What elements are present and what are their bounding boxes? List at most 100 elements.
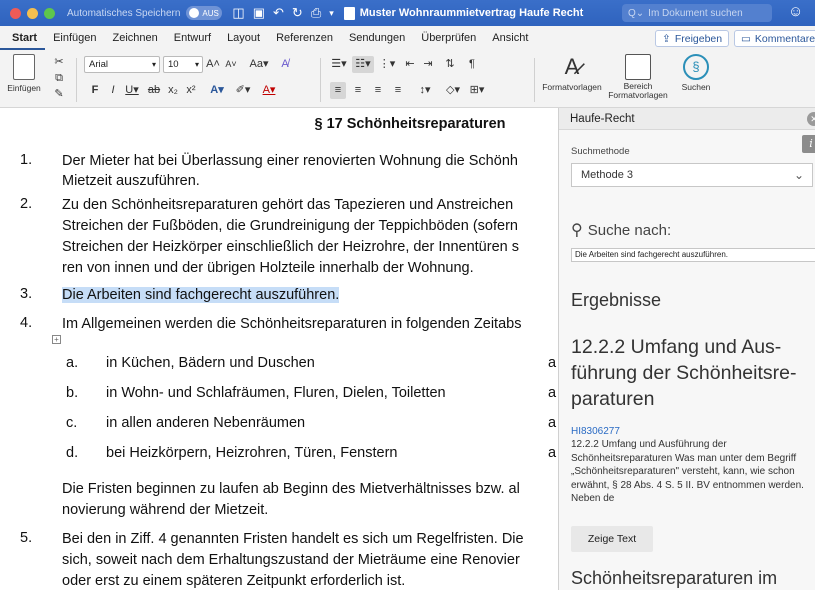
chevron-down-icon: ⌄	[793, 168, 804, 182]
styles-icon: A̷	[564, 54, 580, 79]
align-left-icon[interactable]: ≡	[330, 82, 346, 99]
zoom-window-button[interactable]	[44, 7, 55, 19]
close-pane-icon[interactable]: ✕	[807, 112, 815, 126]
justify-icon[interactable]: ≡	[390, 82, 406, 99]
align-right-icon[interactable]: ≡	[370, 82, 386, 99]
search-method-label: Suchmethode	[571, 146, 630, 157]
info-icon[interactable]: i	[802, 135, 815, 153]
cut-icon[interactable]: ✂	[52, 54, 66, 71]
paragraph-line: Im Allgemeinen werden die Schönheitsrepa…	[62, 316, 522, 332]
clear-formatting-icon[interactable]: A̸	[278, 56, 292, 73]
toggle-knob-icon	[189, 8, 200, 18]
document-icon	[343, 6, 355, 20]
styles-pane-label: Bereich Formatvorlagen	[608, 81, 668, 100]
minimize-window-button[interactable]	[27, 7, 38, 19]
tab-zeichnen[interactable]: Zeichnen	[105, 26, 166, 50]
tab-ueberpruefen[interactable]: Überprüfen	[413, 26, 484, 50]
result-snippet: 12.2.2 Umfang und Ausführung der Schönhe…	[571, 439, 804, 504]
numbering-icon[interactable]: ☷▾	[352, 56, 374, 73]
styles-label: Formatvorlagen	[542, 82, 602, 92]
redo-icon[interactable]: ↻	[292, 5, 303, 21]
customize-toolbar-icon[interactable]: ▾	[329, 5, 334, 21]
subscript-button[interactable]: x₂	[166, 82, 180, 99]
paragraph-line: Mietzeit auszuführen.	[62, 173, 200, 189]
result-id-link[interactable]: HI8306277	[571, 426, 620, 437]
paragraph-line: oder erst zu einem späteren Zeitpunkt er…	[62, 573, 406, 589]
tab-einfuegen[interactable]: Einfügen	[45, 26, 104, 50]
tab-layout[interactable]: Layout	[219, 26, 268, 50]
copy-icon[interactable]: ⧉	[52, 70, 66, 87]
document-search-input[interactable]: Q⌄ Im Dokument suchen	[622, 4, 772, 22]
search-label: Suchen	[681, 82, 711, 92]
borders-icon[interactable]: ⊞▾	[466, 82, 488, 99]
paragraph-line: Die Fristen beginnen zu laufen ab Beginn…	[62, 481, 520, 497]
font-name-select[interactable]: Arial ▾	[84, 56, 160, 73]
italic-button[interactable]: I	[106, 82, 120, 99]
show-formatting-icon[interactable]: ¶	[464, 56, 480, 73]
shrink-font-icon[interactable]: A˅	[224, 56, 238, 73]
section-heading: § 17 Schönheitsreparaturen	[314, 116, 506, 132]
list-number: 1.	[20, 152, 33, 168]
tab-entwurf[interactable]: Entwurf	[166, 26, 219, 50]
close-window-button[interactable]	[10, 7, 21, 19]
change-case-icon[interactable]: Aa▾	[246, 56, 272, 73]
comment-icon: ▭	[741, 32, 751, 45]
paragraph-line: ren von innen und der übrigen Holzteile …	[62, 260, 474, 276]
search-query-input[interactable]: Die Arbeiten sind fachgerecht auszuführe…	[571, 248, 815, 262]
search-method-select[interactable]: Methode 3 ⌄	[571, 163, 813, 187]
tab-referenzen[interactable]: Referenzen	[268, 26, 341, 50]
font-color-icon[interactable]: A▾	[258, 82, 280, 99]
save-icon[interactable]: ▣	[253, 5, 265, 21]
undo-icon[interactable]: ↶	[273, 5, 284, 21]
styles-button[interactable]: A̷ Formatvorlagen	[540, 54, 604, 92]
styles-pane-icon	[625, 54, 651, 80]
font-size-select[interactable]: 10 ▾	[163, 56, 203, 73]
multilevel-list-icon[interactable]: ⋮▾	[376, 56, 398, 73]
underline-button[interactable]: U▾	[122, 82, 142, 99]
document-canvas[interactable]: § 17 Schönheitsreparaturen 1. Der Mieter…	[0, 108, 558, 590]
share-button[interactable]: ⇪ Freigeben	[655, 30, 730, 47]
quick-access-toolbar: ◫ ▣ ↶ ↻ ⎙ ▾	[232, 5, 333, 21]
search-button[interactable]: § Suchen	[676, 54, 716, 92]
highlight-color-icon[interactable]: ✐▾	[232, 82, 254, 99]
sort-icon[interactable]: ⇅	[442, 56, 458, 73]
shading-icon[interactable]: ◇▾	[442, 82, 464, 99]
table-move-handle-icon[interactable]: +	[52, 335, 61, 344]
search-method-value: Methode 3	[581, 169, 633, 181]
increase-indent-icon[interactable]: ⇥	[420, 56, 436, 73]
strikethrough-button[interactable]: ab	[146, 82, 162, 99]
comments-label: Kommentare	[754, 32, 815, 45]
print-icon[interactable]: ⎙	[311, 5, 321, 21]
next-result-title[interactable]: Schönheitsreparaturen im	[571, 568, 777, 589]
tab-ansicht[interactable]: Ansicht	[484, 26, 536, 50]
format-painter-icon[interactable]: ✎	[52, 86, 66, 103]
paste-button[interactable]: Einfügen	[6, 54, 42, 93]
line-spacing-icon[interactable]: ↕▾	[414, 82, 436, 99]
result-title[interactable]: 12.2.2 Umfang und Aus- führung der Schön…	[571, 334, 815, 412]
clipboard-icon	[13, 54, 35, 80]
list-number: 5.	[20, 530, 33, 546]
grow-font-icon[interactable]: A˄	[206, 56, 220, 73]
sublist-tail: a	[548, 385, 557, 401]
superscript-button[interactable]: x²	[184, 82, 198, 99]
decrease-indent-icon[interactable]: ⇤	[402, 56, 418, 73]
feedback-smiley-icon[interactable]: ☺	[788, 3, 803, 20]
paragraph-line: novierung während der Mietzeit.	[62, 502, 269, 518]
sublist-letter: d.	[66, 445, 79, 461]
selection-highlight: Die Arbeiten sind fachgerecht auszuführe…	[62, 287, 340, 303]
bold-button[interactable]: F	[88, 82, 102, 99]
styles-pane-button[interactable]: Bereich Formatvorlagen	[606, 54, 670, 100]
pane-title: Haufe-Recht	[559, 108, 815, 130]
magnifier-icon: ⚲	[571, 222, 583, 239]
show-text-button[interactable]: Zeige Text	[571, 526, 653, 552]
tab-start[interactable]: Start	[0, 26, 46, 50]
autosave-toggle[interactable]: AUS	[186, 6, 223, 20]
text-effects-icon[interactable]: A▾	[206, 82, 228, 99]
home-icon[interactable]: ◫	[232, 5, 244, 21]
selected-paragraph[interactable]: Die Arbeiten sind fachgerecht auszuführe…	[62, 284, 340, 306]
align-center-icon[interactable]: ≡	[350, 82, 366, 99]
tab-sendungen[interactable]: Sendungen	[341, 26, 413, 50]
bullets-icon[interactable]: ☰▾	[328, 56, 350, 73]
comments-button[interactable]: ▭ Kommentare	[734, 30, 815, 47]
list-number: 4.	[20, 315, 33, 331]
